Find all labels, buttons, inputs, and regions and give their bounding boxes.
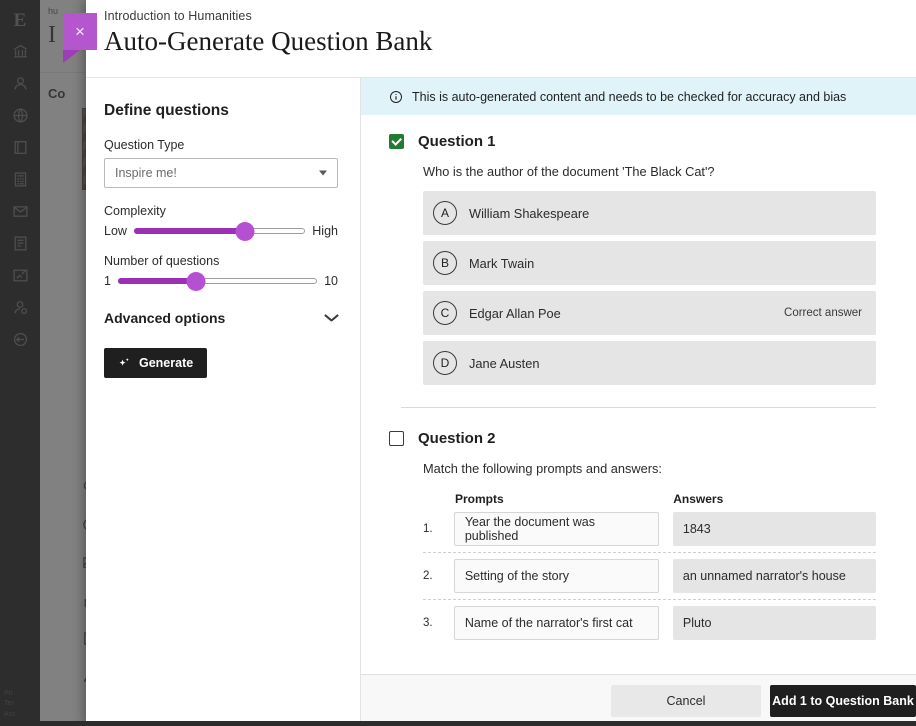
question-type-label: Question Type — [104, 138, 338, 152]
matching-row: 1. Year the document was published 1843 — [423, 506, 876, 552]
generate-button-label: Generate — [139, 356, 193, 370]
question-1-prompt: Who is the author of the document 'The B… — [423, 164, 876, 179]
prompt-field-1[interactable]: Year the document was published — [454, 512, 659, 546]
window-bottom-edge — [0, 721, 916, 726]
auto-generated-notice: This is auto-generated content and needs… — [361, 78, 916, 115]
number-of-questions-slider-thumb[interactable] — [186, 272, 205, 291]
question-type-select[interactable]: Inspire me! — [104, 158, 338, 188]
number-of-questions-field: Number of questions 1 10 — [104, 254, 338, 288]
answer-option-a[interactable]: A William Shakespeare — [423, 191, 876, 235]
generated-questions-panel: This is auto-generated content and needs… — [361, 78, 916, 726]
matching-row: 3. Name of the narrator's first cat Plut… — [423, 599, 876, 646]
answer-option-b[interactable]: B Mark Twain — [423, 241, 876, 285]
question-card-1: Question 1 Who is the author of the docu… — [389, 133, 876, 385]
chevron-down-icon — [325, 314, 338, 322]
number-of-questions-max-label: 10 — [324, 274, 338, 288]
option-letter-d: D — [433, 351, 457, 375]
answer-option-c[interactable]: C Edgar Allan Poe Correct answer — [423, 291, 876, 335]
question-1-title: Question 1 — [418, 133, 496, 150]
auto-generated-notice-text: This is auto-generated content and needs… — [412, 90, 846, 104]
define-questions-panel: Define questions Question Type Inspire m… — [86, 78, 361, 726]
question-type-value: Inspire me! — [115, 166, 177, 180]
prompt-field-3[interactable]: Name of the narrator's first cat — [454, 606, 659, 640]
answer-field-1[interactable]: 1843 — [673, 512, 876, 546]
matching-rows: 1. Year the document was published 1843 … — [423, 506, 876, 646]
option-text-a: William Shakespeare — [469, 206, 862, 221]
close-icon: × — [75, 23, 85, 40]
number-of-questions-label: Number of questions — [104, 254, 338, 268]
dialog-footer: Cancel Add 1 to Question Bank — [361, 674, 916, 726]
define-questions-heading: Define questions — [104, 102, 338, 120]
question-card-2: Question 2 Match the following prompts a… — [389, 430, 876, 646]
question-2-prompt: Match the following prompts and answers: — [423, 461, 876, 476]
prompts-column-header: Prompts — [455, 492, 673, 506]
complexity-min-label: Low — [104, 224, 127, 238]
sparkle-icon — [118, 357, 131, 370]
advanced-options-label: Advanced options — [104, 310, 225, 326]
chevron-down-icon — [319, 171, 327, 176]
generate-button[interactable]: Generate — [104, 348, 207, 378]
complexity-slider-fill — [134, 228, 245, 234]
option-text-d: Jane Austen — [469, 356, 862, 371]
number-of-questions-slider[interactable] — [118, 274, 317, 288]
answer-field-2[interactable]: an unnamed narrator's house — [673, 559, 876, 593]
info-circle-icon — [389, 90, 403, 104]
cancel-button[interactable]: Cancel — [611, 685, 761, 717]
option-letter-a: A — [433, 201, 457, 225]
option-letter-c: C — [433, 301, 457, 325]
number-of-questions-min-label: 1 — [104, 274, 111, 288]
matching-column-headers: Prompts Answers — [423, 492, 876, 506]
row-number-1: 1. — [423, 523, 454, 535]
complexity-slider[interactable] — [134, 224, 305, 238]
option-letter-b: B — [433, 251, 457, 275]
question-divider — [401, 407, 876, 408]
question-2-checkbox[interactable] — [389, 431, 404, 446]
auto-generate-question-bank-dialog: × Introduction to Humanities Auto-Genera… — [86, 0, 916, 726]
correct-answer-badge: Correct answer — [784, 307, 862, 319]
question-1-checkbox[interactable] — [389, 134, 404, 149]
answer-field-3[interactable]: Pluto — [673, 606, 876, 640]
row-number-2: 2. — [423, 570, 454, 582]
option-text-b: Mark Twain — [469, 256, 862, 271]
answers-column-header: Answers — [673, 492, 876, 506]
close-dialog-button[interactable]: × — [63, 13, 97, 50]
prompt-field-2[interactable]: Setting of the story — [454, 559, 659, 593]
questions-list: Question 1 Who is the author of the docu… — [361, 115, 916, 674]
complexity-label: Complexity — [104, 204, 338, 218]
complexity-field: Complexity Low High — [104, 204, 338, 238]
dialog-header: Introduction to Humanities Auto-Generate… — [86, 0, 916, 78]
add-to-question-bank-button[interactable]: Add 1 to Question Bank — [770, 685, 916, 717]
answer-option-d[interactable]: D Jane Austen — [423, 341, 876, 385]
breadcrumb-course-name: Introduction to Humanities — [104, 9, 916, 23]
complexity-slider-thumb[interactable] — [236, 222, 255, 241]
complexity-max-label: High — [312, 224, 338, 238]
question-2-title: Question 2 — [418, 430, 496, 447]
question-1-options: A William Shakespeare B Mark Twain C Edg… — [423, 191, 876, 385]
matching-row: 2. Setting of the story an unnamed narra… — [423, 552, 876, 599]
page-title: Auto-Generate Question Bank — [104, 26, 916, 57]
dialog-body: Define questions Question Type Inspire m… — [86, 78, 916, 726]
row-number-3: 3. — [423, 617, 454, 629]
advanced-options-toggle[interactable]: Advanced options — [104, 310, 338, 326]
option-text-c: Edgar Allan Poe — [469, 306, 784, 321]
number-of-questions-slider-fill — [118, 278, 196, 284]
